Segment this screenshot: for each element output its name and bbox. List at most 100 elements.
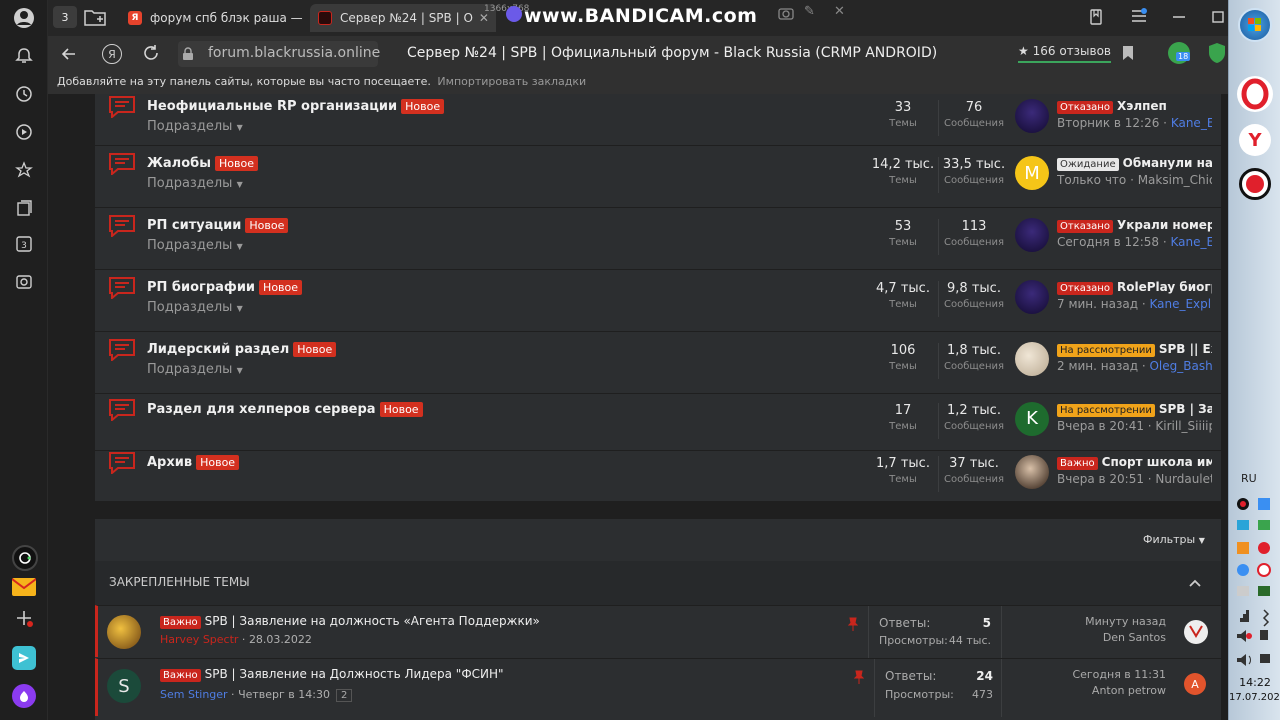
collections-icon[interactable]: [12, 196, 36, 220]
last-poster-name[interactable]: Kane_Explu...: [1149, 297, 1212, 311]
clock-time[interactable]: 14:22: [1229, 676, 1280, 689]
author-avatar[interactable]: S: [107, 669, 141, 703]
last-poster-name[interactable]: Oleg_Bashi...: [1149, 359, 1212, 373]
play-icon[interactable]: [12, 120, 36, 144]
forum-row[interactable]: Неофициальные RP организации Новое Подразд…: [95, 94, 1221, 146]
reload-icon[interactable]: [142, 44, 160, 66]
yandex-home-icon[interactable]: Я: [102, 44, 122, 64]
last-poster-avatar[interactable]: [1015, 342, 1049, 376]
forum-row[interactable]: Раздел для хелперов сервера Новое 17 Темы 1,…: [95, 394, 1221, 451]
last-user-avatar[interactable]: A: [1184, 673, 1206, 695]
filters-button[interactable]: Фильтры ▼: [1143, 533, 1205, 546]
last-thread-title[interactable]: Отказано Хэлпеп: [1057, 99, 1212, 114]
windows-start-icon[interactable]: [1238, 8, 1272, 42]
mail-icon[interactable]: [12, 575, 36, 599]
caret-down-icon: ▼: [236, 304, 243, 313]
chevron-up-icon[interactable]: [1189, 573, 1201, 592]
protect-shield-icon[interactable]: [1208, 42, 1226, 68]
pinned-header[interactable]: ЗАКРЕПЛЕННЫЕ ТЕМЫ: [95, 561, 1221, 605]
pinned-row[interactable]: Важно SPB | Заявление на должность «Агент…: [95, 605, 1221, 658]
pinned-title[interactable]: Важно SPB | Заявление на должность «Агент…: [160, 614, 540, 629]
collections-icon[interactable]: [1088, 9, 1104, 29]
last-poster-avatar[interactable]: [1015, 99, 1049, 133]
tab-yandex-search[interactable]: Я форум спб блэк раша — Я: [120, 4, 306, 32]
alice-assistant-icon[interactable]: [12, 545, 38, 571]
subforums-toggle[interactable]: Подразделы ▼: [147, 238, 243, 253]
minimize-icon[interactable]: [1172, 8, 1186, 27]
maximize-icon[interactable]: [1212, 8, 1224, 27]
language-indicator[interactable]: RU: [1241, 472, 1257, 485]
reviews-badge[interactable]: ★ 166 отзывов: [1018, 44, 1111, 63]
forum-row[interactable]: Жалобы Новое Подразделы ▼ 14,2 тыс. Темы 33,5…: [95, 146, 1221, 208]
forum-row[interactable]: РП биографии Новое Подразделы ▼ 4,7 тыс. Тем…: [95, 270, 1221, 332]
messenger-icon[interactable]: [12, 646, 36, 670]
tab-forum[interactable]: Сервер №24 | SPB | О ✕: [310, 4, 496, 32]
author-link[interactable]: Harvey Spectr: [160, 633, 238, 646]
camera-icon[interactable]: [778, 6, 794, 24]
last-thread-title[interactable]: ОжиданиеОбманули на н...: [1057, 156, 1212, 171]
last-poster-name[interactable]: Maksim_Chio...: [1138, 173, 1212, 187]
extension-icon[interactable]: 18: [1168, 42, 1191, 64]
bandicam-record-icon[interactable]: [1239, 168, 1271, 200]
forum-title[interactable]: Жалобы Новое: [147, 156, 258, 171]
new-folder-icon[interactable]: [84, 8, 106, 30]
forum-row[interactable]: РП ситуации Новое Подразделы ▼ 53 Темы 113 Соо…: [95, 208, 1221, 270]
last-poster-name[interactable]: Nurdauletik: [1155, 472, 1212, 486]
subforums-toggle[interactable]: Подразделы ▼: [147, 119, 243, 134]
last-post-user[interactable]: Den Santos: [1048, 631, 1166, 644]
forum-row[interactable]: Лидерский раздел Новое Подразделы ▼ 106 Темы…: [95, 332, 1221, 394]
last-poster-name[interactable]: Kane_E...: [1171, 116, 1212, 130]
last-poster-name[interactable]: Kirill_Siiiip: [1155, 419, 1212, 433]
last-thread-title[interactable]: На рассмотренииSPB || Еж...: [1057, 342, 1212, 357]
subforums-toggle[interactable]: Подразделы ▼: [147, 362, 243, 377]
last-user-avatar[interactable]: [1184, 620, 1208, 644]
last-thread-title[interactable]: ВажноСпорт школа им. ...: [1057, 455, 1212, 470]
pencil-icon[interactable]: ✎: [804, 4, 815, 19]
pinned-row[interactable]: S Важно SPB | Заявление на Должность Лиде…: [95, 658, 1221, 717]
alice-icon[interactable]: [12, 684, 36, 708]
import-bookmarks-link[interactable]: Импортировать закладки: [437, 75, 586, 88]
last-post-user[interactable]: Anton petrow: [1048, 684, 1166, 697]
pinned-title[interactable]: Важно SPB | Заявление на Должность Лидера…: [160, 667, 504, 682]
forum-title[interactable]: РП биографии Новое: [147, 280, 303, 295]
last-thread-title[interactable]: ОтказаноRolePlay биогра...: [1057, 280, 1212, 295]
back-arrow-icon[interactable]: [60, 45, 78, 67]
last-thread-title[interactable]: На рассмотренииSPB | Зая...: [1057, 402, 1212, 417]
forum-title[interactable]: РП ситуации Новое: [147, 218, 289, 233]
subforums-label: Подразделы: [147, 300, 233, 315]
notifications-icon[interactable]: [12, 44, 36, 68]
last-poster-avatar[interactable]: M: [1015, 156, 1049, 190]
author-link[interactable]: Sem Stinger: [160, 688, 228, 701]
pinned-meta: Sem Stinger · Четверг в 14:30 2: [160, 688, 353, 702]
screenshot-icon[interactable]: [12, 270, 36, 294]
yandex-browser-icon[interactable]: Y: [1239, 124, 1271, 156]
last-thread-name: Хэлпеп: [1116, 99, 1167, 113]
forum-row[interactable]: Архив Новое 1,7 тыс. Темы 37 тыс. Сообщения Ва…: [95, 451, 1221, 501]
last-poster-avatar[interactable]: [1015, 280, 1049, 314]
last-poster-avatar[interactable]: K: [1015, 401, 1049, 436]
tabs-count-icon[interactable]: 3: [12, 232, 36, 256]
close-recorder-icon[interactable]: ✕: [834, 4, 845, 19]
opera-icon[interactable]: [1237, 76, 1273, 112]
bookmark-icon[interactable]: [1122, 45, 1134, 65]
forum-title[interactable]: Архив Новое: [147, 455, 240, 470]
clock-date[interactable]: 17.07.2022: [1229, 692, 1280, 703]
last-poster-name[interactable]: Kane_E...: [1171, 235, 1212, 249]
last-poster-avatar[interactable]: [1015, 218, 1049, 252]
history-icon[interactable]: [12, 82, 36, 106]
last-poster-avatar[interactable]: [1015, 455, 1049, 489]
url-field[interactable]: forum.blackrussia.online: [178, 41, 380, 67]
subforums-toggle[interactable]: Подразделы ▼: [147, 300, 243, 315]
menu-icon[interactable]: [1130, 8, 1148, 28]
add-icon[interactable]: [12, 606, 36, 630]
page-link[interactable]: 2: [335, 689, 353, 702]
profile-icon[interactable]: [12, 6, 36, 30]
forum-title[interactable]: Раздел для хелперов сервера Новое: [147, 401, 423, 417]
last-thread-title[interactable]: ОтказаноУкрали номер ...: [1057, 218, 1212, 233]
favorites-star-icon[interactable]: [12, 158, 36, 182]
tab-count-button[interactable]: 3: [53, 6, 77, 28]
forum-title[interactable]: Неофициальные RP организации Новое: [147, 99, 445, 114]
forum-title[interactable]: Лидерский раздел Новое: [147, 342, 337, 357]
subforums-toggle[interactable]: Подразделы ▼: [147, 176, 243, 191]
author-avatar[interactable]: [107, 615, 141, 649]
